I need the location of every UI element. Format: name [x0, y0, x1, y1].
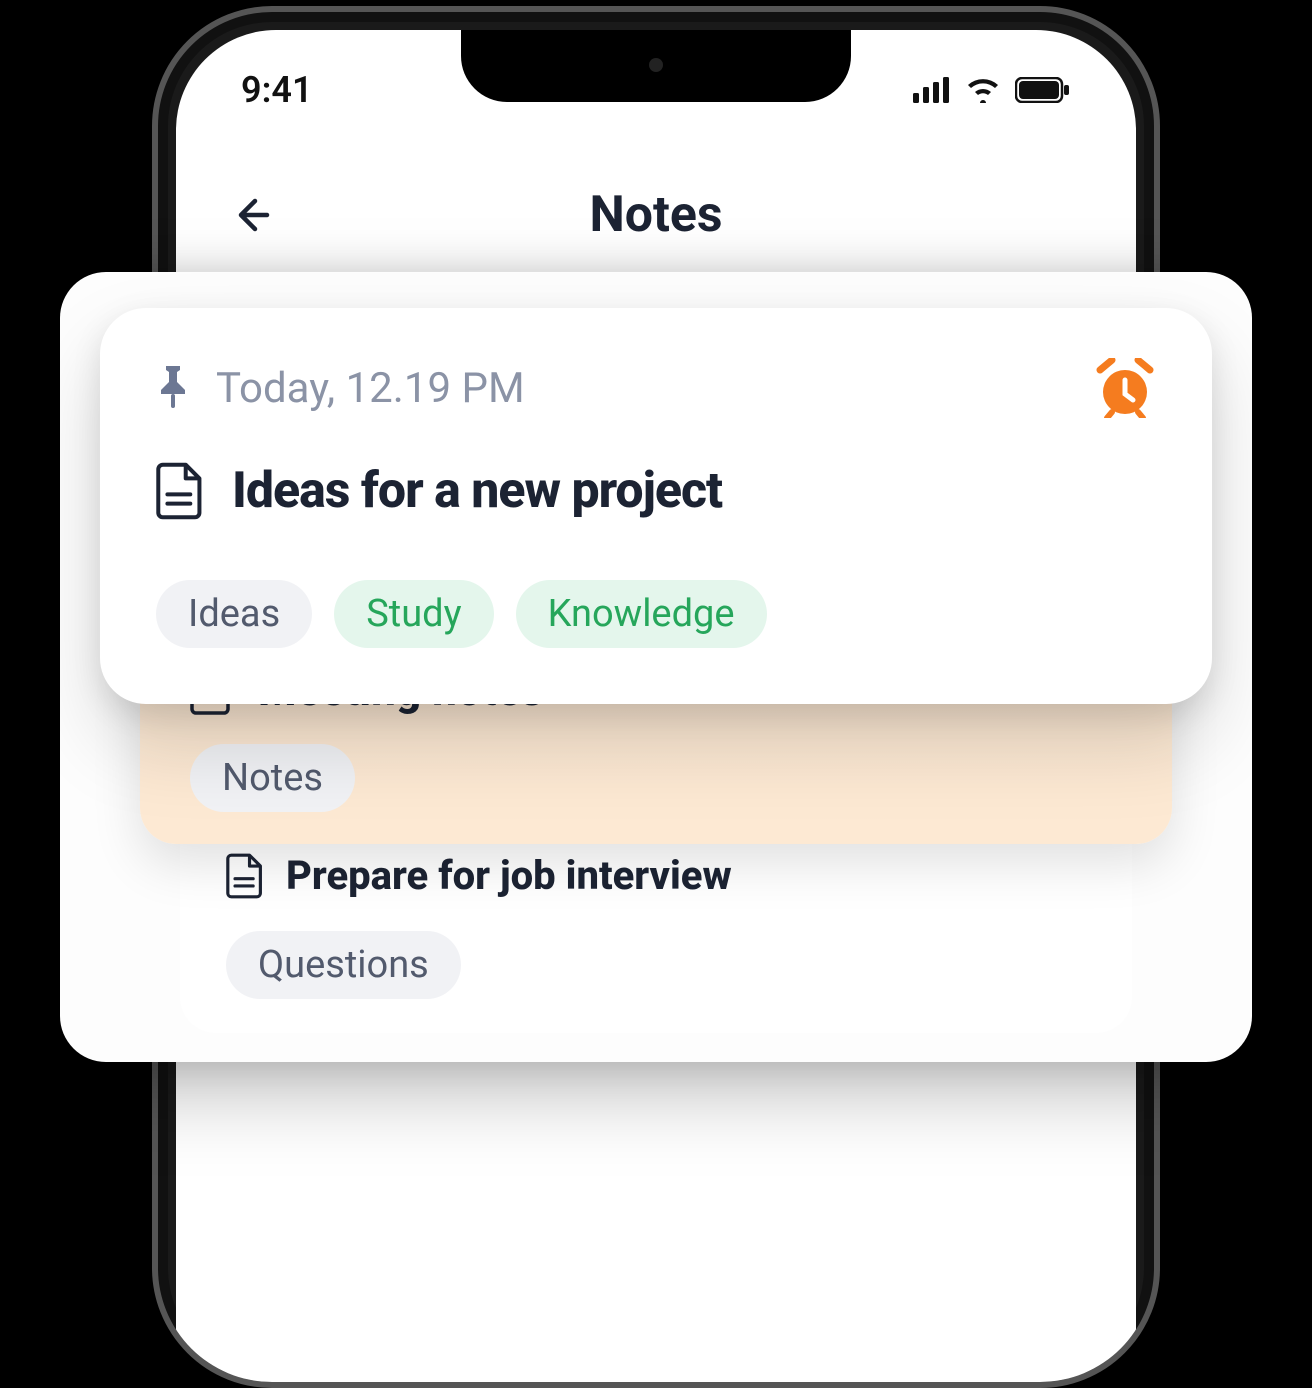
app-header: Notes — [176, 170, 1136, 260]
cellular-icon — [913, 77, 951, 103]
note-card-prepare[interactable]: Prepare for job interview Questions — [180, 820, 1132, 1033]
status-time: 9:41 — [241, 69, 313, 111]
tag-questions[interactable]: Questions — [226, 931, 461, 999]
back-button[interactable] — [226, 190, 276, 240]
status-icons — [913, 77, 1071, 103]
tag-study[interactable]: Study — [334, 580, 493, 648]
tag-knowledge[interactable]: Knowledge — [516, 580, 767, 648]
note-title: Ideas for a new project — [232, 462, 722, 520]
note-timestamp: Today, 12.19 PM — [216, 364, 525, 413]
note-title: Prepare for job interview — [286, 852, 732, 899]
tag-ideas[interactable]: Ideas — [156, 580, 312, 648]
phone-notch — [461, 30, 851, 102]
document-icon — [226, 853, 264, 899]
note-card-pinned[interactable]: Today, 12.19 PM Ideas for a new project … — [100, 308, 1212, 704]
tag-notes[interactable]: Notes — [190, 744, 355, 812]
alarm-icon[interactable] — [1094, 358, 1156, 418]
wifi-icon — [965, 77, 1001, 103]
battery-icon — [1015, 77, 1071, 103]
camera-dot — [649, 58, 663, 72]
page-title: Notes — [589, 186, 722, 244]
arrow-left-icon — [227, 191, 275, 239]
pin-icon — [156, 366, 190, 410]
document-icon — [156, 462, 204, 520]
